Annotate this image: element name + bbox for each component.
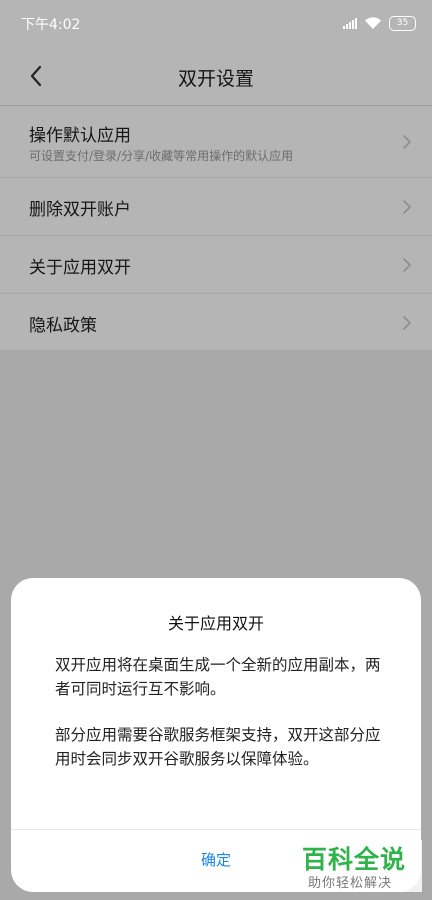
settings-list: 操作默认应用 可设置支付/登录/分享/收藏等常用操作的默认应用 删除双开账户 关… [0, 106, 432, 352]
chevron-right-icon [403, 134, 411, 149]
status-time: 下午4:02 [21, 17, 81, 33]
status-bar: 下午4:02 35 [0, 0, 432, 46]
chevron-right-icon [403, 199, 411, 214]
dialog-paragraph: 部分应用需要谷歌服务框架支持，双开这部分应用时会同步双开谷歌服务以保障体验。 [55, 726, 381, 768]
setting-privacy-policy[interactable]: 隐私政策 [0, 294, 432, 352]
setting-subtitle: 可设置支付/登录/分享/收藏等常用操作的默认应用 [29, 149, 294, 163]
battery-level: 35 [396, 18, 409, 28]
chevron-right-icon [403, 316, 411, 330]
watermark-title: 百科全说 [302, 845, 407, 874]
dialog-paragraph: 双开应用将在桌面生成一个全新的应用副本，两者可同时运行互不影响。 [55, 656, 381, 698]
setting-label: 删除双开账户 [29, 200, 131, 220]
dialog-title: 关于应用双开 [167, 614, 264, 633]
setting-about-dual-apps[interactable]: 关于应用双开 [0, 236, 432, 294]
wifi-icon [365, 17, 381, 29]
page-title: 双开设置 [177, 68, 254, 90]
signal-icon [343, 17, 357, 29]
setting-label: 操作默认应用 [29, 126, 131, 146]
watermark-logo: 百科全说 助你轻松解决 [298, 840, 422, 892]
setting-label: 关于应用双开 [29, 258, 131, 278]
battery-icon: 35 [389, 15, 416, 31]
setting-default-apps[interactable]: 操作默认应用 可设置支付/登录/分享/收藏等常用操作的默认应用 [0, 106, 432, 178]
app-header: 双开设置 [0, 46, 432, 106]
setting-label: 隐私政策 [29, 316, 97, 336]
chevron-right-icon [403, 257, 411, 272]
setting-delete-account[interactable]: 删除双开账户 [0, 178, 432, 236]
dialog-body: 双开应用将在桌面生成一个全新的应用副本，两者可同时运行互不影响。 部分应用需要谷… [55, 653, 391, 793]
status-icons: 35 [343, 14, 416, 32]
screen: 下午4:02 35 双开设置 操作默认应用 可设置支付/登录/分享/收藏等常用操… [0, 0, 432, 900]
watermark-subtitle: 助你轻松解决 [308, 876, 393, 891]
